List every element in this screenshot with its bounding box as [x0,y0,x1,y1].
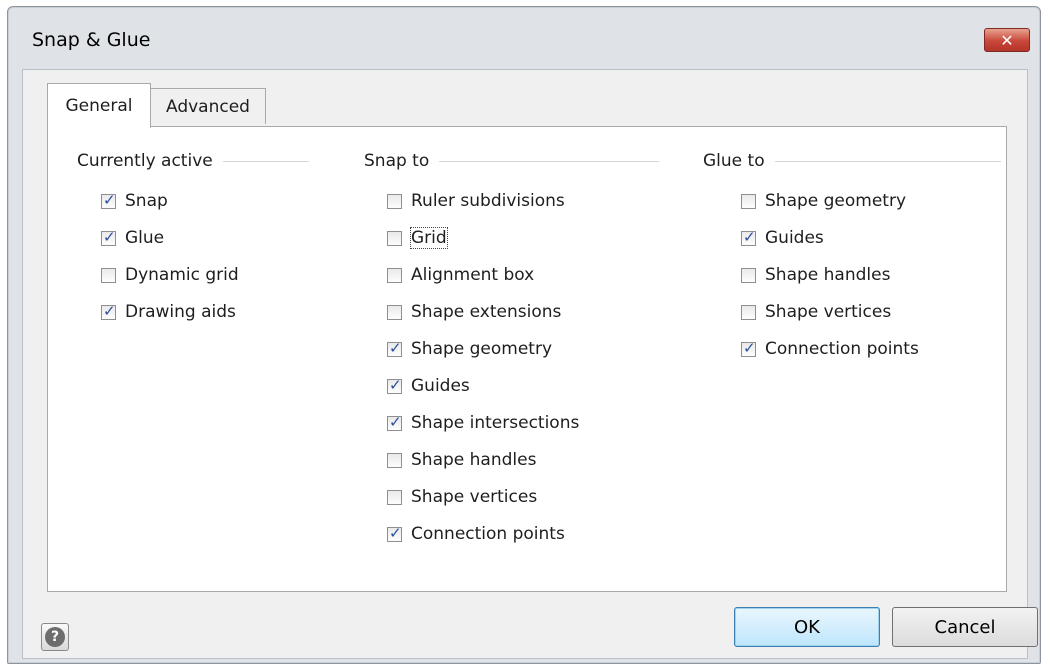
checkbox-snap-guides[interactable]: Guides [387,373,470,399]
checkbox-box[interactable] [741,267,756,283]
ok-button[interactable]: OK [734,607,880,647]
tab-advanced-label: Advanced [166,96,250,117]
checkbox-label: Guides [411,376,470,396]
checkbox-snap-shape-intersections[interactable]: Shape intersections [387,410,579,436]
checkbox-label: Shape vertices [765,302,892,322]
checkbox-box[interactable] [387,267,402,283]
checkbox-glue-shape-vertices[interactable]: Shape vertices [741,299,891,325]
checkbox-label: Dynamic grid [125,265,239,285]
checkbox-box[interactable] [741,193,756,209]
help-button[interactable]: ? [41,623,69,651]
checkbox-label: Shape intersections [411,413,580,433]
checkbox-label: Ruler subdivisions [411,191,565,211]
divider [222,160,309,162]
checkbox-glue-shape-handles[interactable]: Shape handles [741,262,890,288]
glue-to-group: Glue to [703,149,1001,173]
checkbox-label: Snap [125,191,168,211]
checkbox-snap-ruler-subdivisions[interactable]: Ruler subdivisions [387,188,565,214]
checkbox-snap-grid[interactable]: Grid [387,225,448,251]
checkbox-label: Connection points [411,524,565,544]
ok-button-label: OK [794,616,820,638]
checkbox-box[interactable] [387,230,402,246]
checkbox-snap-connection-points[interactable]: Connection points [387,521,565,547]
cancel-button[interactable]: Cancel [892,607,1038,647]
checkbox-label: Shape handles [765,265,891,285]
checkbox-box[interactable] [387,489,402,505]
checkbox-box[interactable] [387,193,402,209]
cancel-button-label: Cancel [934,616,996,638]
general-tab-panel: Currently active Snap Glue Dynamic grid … [47,126,1007,592]
checkbox-snap-shape-vertices[interactable]: Shape vertices [387,484,537,510]
checkbox-box[interactable] [387,413,402,431]
dialog-client-area: General Advanced Currently active Snap G… [22,69,1038,659]
snap-to-header: Snap to [364,151,430,171]
close-icon: ✕ [1000,30,1014,50]
currently-active-header: Currently active [77,151,213,171]
checkbox-box[interactable] [101,191,116,209]
checkbox-snap-alignment-box[interactable]: Alignment box [387,262,534,288]
close-button[interactable]: ✕ [984,28,1030,52]
checkbox-label: Shape extensions [411,302,562,322]
checkbox-glue-shape-geometry[interactable]: Shape geometry [741,188,906,214]
divider [439,160,659,162]
question-mark-icon: ? [45,627,65,647]
checkbox-box[interactable] [387,304,402,320]
checkbox-box[interactable] [387,452,402,468]
checkbox-label: Shape geometry [411,339,553,359]
checkbox-box[interactable] [101,302,116,320]
snap-glue-dialog: Snap & Glue ✕ General Advanced Currently… [7,6,1041,664]
checkbox-box[interactable] [101,267,116,283]
checkbox-label: Connection points [765,339,919,359]
checkbox-label: Glue [125,228,165,248]
checkbox-box[interactable] [741,228,756,246]
checkbox-label: Shape geometry [765,191,907,211]
tab-advanced[interactable]: Advanced [150,88,266,124]
checkbox-glue-connection-points[interactable]: Connection points [741,336,919,362]
checkbox-label: Drawing aids [125,302,236,322]
glue-to-header: Glue to [703,151,765,171]
checkbox-label: Shape vertices [411,487,538,507]
checkbox-label: Grid [410,227,448,249]
checkbox-glue[interactable]: Glue [101,225,164,251]
checkbox-snap-shape-extensions[interactable]: Shape extensions [387,299,561,325]
checkbox-box[interactable] [741,304,756,320]
checkbox-glue-guides[interactable]: Guides [741,225,824,251]
checkbox-snap-shape-handles[interactable]: Shape handles [387,447,536,473]
checkbox-box[interactable] [387,339,402,357]
currently-active-group: Currently active [77,149,309,173]
divider [774,160,1001,162]
tab-general[interactable]: General [47,83,151,128]
checkbox-box[interactable] [741,339,756,357]
checkbox-label: Alignment box [411,265,535,285]
dialog-title: Snap & Glue [32,29,151,51]
tab-general-label: General [65,96,133,116]
checkbox-label: Shape handles [411,450,537,470]
checkbox-box[interactable] [387,524,402,542]
checkbox-label: Guides [765,228,824,248]
checkbox-box[interactable] [387,376,402,394]
checkbox-box[interactable] [101,228,116,246]
checkbox-drawing-aids[interactable]: Drawing aids [101,299,236,325]
checkbox-dynamic-grid[interactable]: Dynamic grid [101,262,239,288]
checkbox-snap-shape-geometry[interactable]: Shape geometry [387,336,552,362]
snap-to-group: Snap to [364,149,659,173]
checkbox-snap[interactable]: Snap [101,188,168,214]
